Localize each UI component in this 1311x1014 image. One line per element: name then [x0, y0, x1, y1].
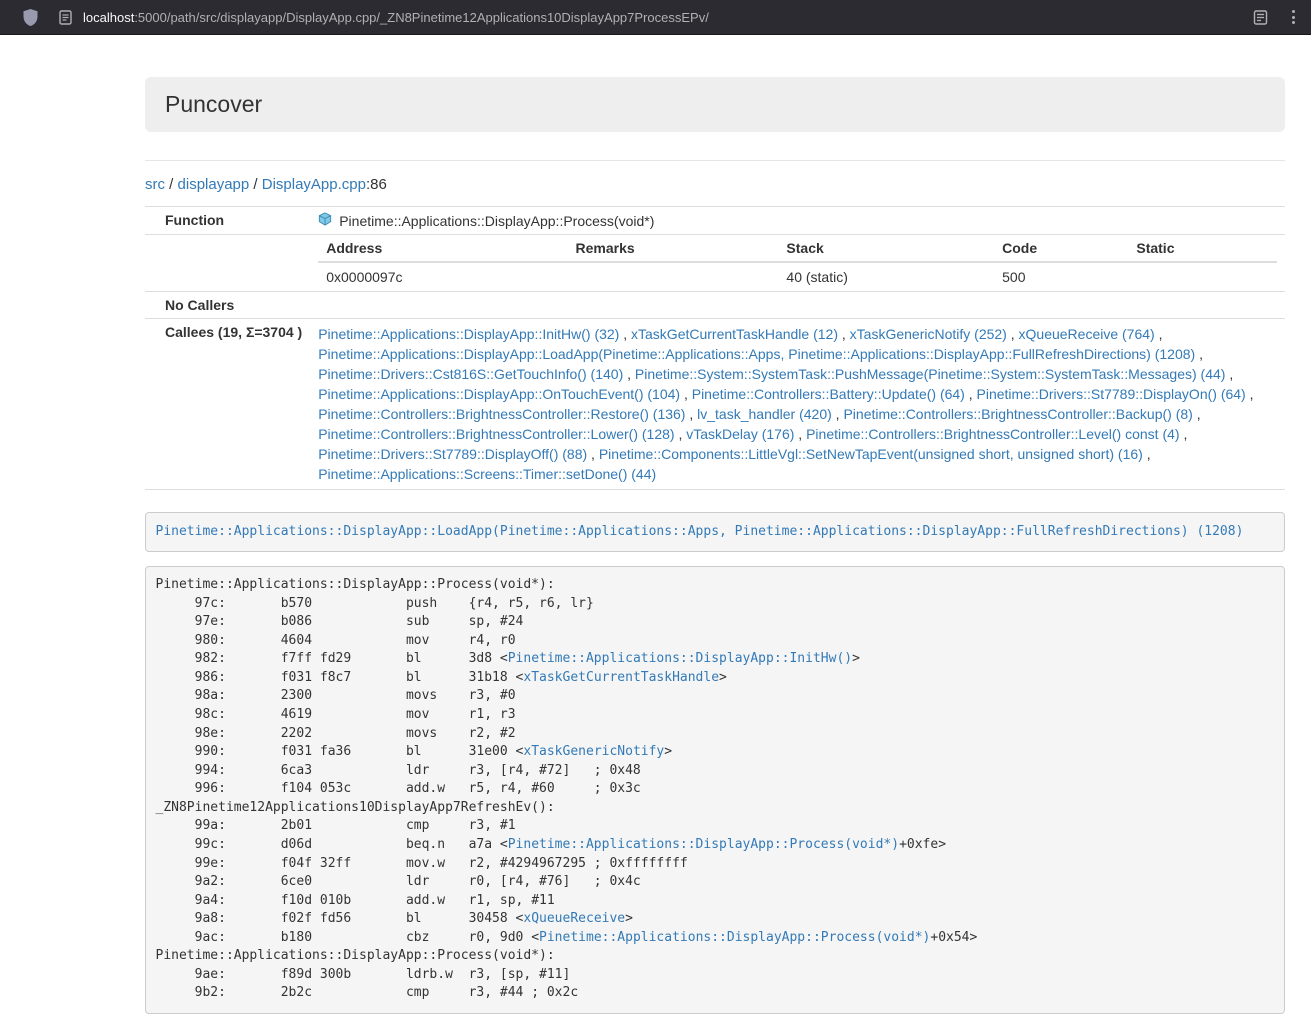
callee-link[interactable]: xTaskGenericNotify (252) — [850, 326, 1007, 342]
column-code: Code — [994, 235, 1128, 262]
address-value: 0x0000097c — [318, 262, 567, 291]
stats-row: Address Remarks Stack Code Static 0x0000… — [145, 235, 1285, 292]
static-value — [1128, 262, 1277, 291]
function-row: Function Pinetime::Applications::Display… — [145, 207, 1285, 235]
browser-chrome: localhost:5000/path/src/displayapp/Displ… — [0, 0, 1311, 35]
callee-link[interactable]: Pinetime::Controllers::BrightnessControl… — [843, 406, 1192, 422]
callee-link[interactable]: lv_task_handler (420) — [697, 406, 832, 422]
function-info-table: Function Pinetime::Applications::Display… — [145, 206, 1285, 490]
page-title: Puncover — [165, 91, 1265, 118]
callees-label: Callees (19, Σ=3704 ) — [145, 319, 310, 490]
function-cube-icon — [318, 212, 332, 229]
asm-symbol-link[interactable]: xQueueReceive — [523, 911, 625, 926]
breadcrumb-link[interactable]: src — [145, 176, 165, 193]
url-path: :5000/path/src/displayapp/DisplayApp.cpp… — [134, 10, 709, 25]
stats-table: Address Remarks Stack Code Static 0x0000… — [318, 235, 1277, 291]
callee-link[interactable]: Pinetime::Applications::DisplayApp::Load… — [318, 346, 1195, 362]
callee-link[interactable]: Pinetime::Controllers::BrightnessControl… — [318, 406, 685, 422]
callee-link[interactable]: vTaskDelay (176) — [686, 426, 794, 442]
callee-link[interactable]: Pinetime::Applications::Screens::Timer::… — [318, 466, 656, 482]
callee-link[interactable]: Pinetime::Applications::DisplayApp::OnTo… — [318, 386, 680, 402]
callee-link[interactable]: Pinetime::Controllers::Battery::Update()… — [692, 386, 965, 402]
asm-symbol-link[interactable]: Pinetime::Applications::DisplayApp::Init… — [508, 651, 852, 666]
address-bar[interactable]: localhost:5000/path/src/displayapp/Displ… — [83, 10, 1237, 25]
callees-list: Pinetime::Applications::DisplayApp::Init… — [310, 319, 1285, 490]
callees-row: Callees (19, Σ=3704 ) Pinetime::Applicat… — [145, 319, 1285, 490]
reader-view-icon[interactable] — [1253, 10, 1268, 25]
disassembly-pre: Pinetime::Applications::DisplayApp::Proc… — [145, 566, 1285, 1014]
main-content: Puncover src / displayapp / DisplayApp.c… — [145, 77, 1285, 1014]
no-callers-row: No Callers — [145, 292, 1285, 319]
callee-link[interactable]: xTaskGetCurrentTaskHandle (12) — [631, 326, 838, 342]
shield-icon[interactable] — [22, 8, 39, 27]
divider — [145, 160, 1285, 161]
column-static: Static — [1128, 235, 1277, 262]
function-row-label: Function — [145, 207, 310, 235]
callee-link[interactable]: Pinetime::Components::LittleVgl::SetNewT… — [599, 446, 1143, 462]
no-callers-label: No Callers — [145, 292, 310, 319]
stack-value: 40 (static) — [778, 262, 994, 291]
kebab-menu-icon[interactable] — [1290, 7, 1297, 27]
breadcrumb-link[interactable]: DisplayApp.cpp — [262, 176, 366, 193]
callee-link[interactable]: Pinetime::System::SystemTask::PushMessag… — [635, 366, 1226, 382]
function-name: Pinetime::Applications::DisplayApp::Proc… — [339, 213, 654, 229]
column-address: Address — [318, 235, 567, 262]
column-remarks: Remarks — [568, 235, 779, 262]
asm-symbol-link[interactable]: Pinetime::Applications::DisplayApp::Proc… — [508, 837, 899, 852]
code-value: 500 — [994, 262, 1128, 291]
asm-symbol-link[interactable]: xTaskGetCurrentTaskHandle — [523, 670, 719, 685]
asm-symbol-link[interactable]: xTaskGenericNotify — [523, 744, 664, 759]
callee-link[interactable]: Pinetime::Applications::DisplayApp::Init… — [318, 326, 619, 342]
column-stack: Stack — [778, 235, 994, 262]
callee-link[interactable]: Pinetime::Drivers::St7789::DisplayOff() … — [318, 446, 587, 462]
breadcrumb: src / displayapp / DisplayApp.cpp:86 — [145, 176, 1285, 193]
remarks-value — [568, 262, 779, 291]
callee-link[interactable]: Pinetime::Drivers::St7789::DisplayOn() (… — [977, 386, 1246, 402]
breadcrumb-link[interactable]: displayapp — [178, 176, 250, 193]
callee-link[interactable]: Pinetime::Controllers::BrightnessControl… — [318, 426, 674, 442]
callee-link[interactable]: xQueueReceive (764) — [1019, 326, 1155, 342]
stats-header-row: Address Remarks Stack Code Static — [318, 235, 1277, 262]
callee-link[interactable]: Pinetime::Drivers::Cst816S::GetTouchInfo… — [318, 366, 623, 382]
callee-link[interactable]: Pinetime::Controllers::BrightnessControl… — [806, 426, 1179, 442]
page-icon[interactable] — [59, 10, 72, 25]
loadapp-link[interactable]: Pinetime::Applications::DisplayApp::Load… — [156, 524, 1244, 539]
highlighted-symbol-box: Pinetime::Applications::DisplayApp::Load… — [145, 512, 1285, 552]
asm-symbol-link[interactable]: Pinetime::Applications::DisplayApp::Proc… — [539, 930, 930, 945]
url-host: localhost — [83, 10, 134, 25]
app-header: Puncover — [145, 77, 1285, 132]
stats-value-row: 0x0000097c 40 (static) 500 — [318, 262, 1277, 291]
